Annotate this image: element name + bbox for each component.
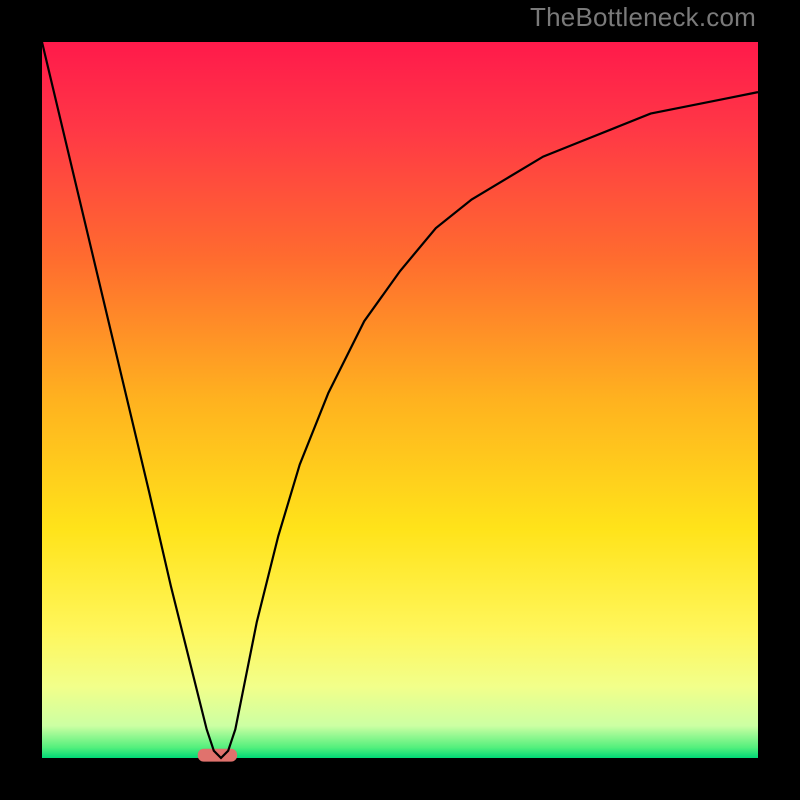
watermark-text: TheBottleneck.com: [530, 2, 756, 33]
chart-container: TheBottleneck.com: [0, 0, 800, 800]
bottleneck-chart: [0, 0, 800, 800]
plot-background: [42, 42, 758, 758]
